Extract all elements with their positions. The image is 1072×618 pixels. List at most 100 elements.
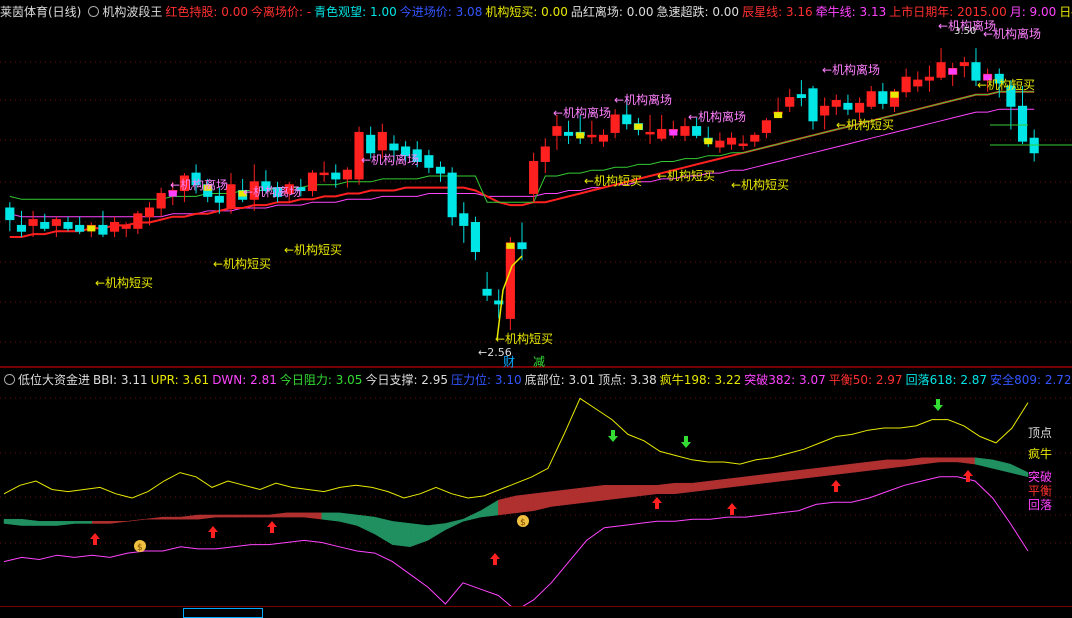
ribbon-segment (709, 478, 729, 490)
candle-body (924, 76, 934, 81)
ribbon-segment (904, 457, 923, 467)
label-jian: 减 (533, 355, 545, 369)
signal-cap (890, 91, 899, 98)
ribbon-segment (621, 485, 640, 499)
candle-body (785, 97, 795, 107)
money-bag-symbol: $ (520, 518, 526, 528)
label-leave: ←机构离场 (361, 152, 419, 167)
candle-body (98, 224, 108, 235)
candle-body (645, 131, 655, 135)
ribbon-segment (56, 521, 75, 526)
candle-body (389, 143, 399, 151)
candle-body (587, 134, 597, 138)
candle-body (657, 129, 667, 139)
ribbon-segment (745, 474, 764, 486)
ribbon-segment (568, 487, 587, 505)
candle-body (726, 137, 737, 145)
ribbon-segment (286, 512, 305, 518)
down-arrow-icon (933, 399, 943, 411)
signal-cap (669, 129, 678, 136)
candle-body (563, 131, 574, 136)
candle-body (936, 62, 946, 78)
label-leave: ←机构离场 (614, 92, 672, 107)
label-short-buy: ←机构短买 (284, 242, 342, 257)
right-label-bull: 疯牛 (1028, 446, 1052, 461)
date-axis (0, 606, 1072, 617)
ribbon-segment (868, 459, 888, 471)
candle-body (901, 76, 911, 93)
right-label-top: 顶点 (1028, 426, 1052, 440)
label-leave: ←机构离场 (170, 177, 228, 192)
ribbon-segment (374, 516, 393, 546)
right-label-pullback: 回落 (1028, 498, 1052, 512)
candle-body (331, 172, 341, 180)
candle-body (319, 172, 329, 176)
ribbon-segment (780, 470, 799, 482)
candle-body (750, 134, 760, 142)
candle-body (761, 120, 772, 133)
ribbon-segment (127, 518, 146, 522)
label-short-buy: ←机构短买 (495, 331, 553, 346)
up-arrow-icon (490, 553, 500, 565)
ribbon-segment (939, 457, 958, 463)
candle-body (878, 91, 888, 104)
candle-body (307, 172, 318, 192)
candle-body (598, 134, 609, 142)
label-leave: ←机构离场 (688, 109, 746, 124)
ribbon-segment (957, 457, 976, 465)
ribbon-segment (604, 485, 623, 501)
ribbon-segment (1010, 463, 1029, 478)
ribbon-segment (551, 489, 570, 507)
ribbon-segment (250, 514, 270, 518)
candle-body (831, 99, 841, 107)
signal-cap (634, 123, 643, 130)
ribbon-segment (798, 468, 817, 480)
ribbon-segment (356, 514, 376, 535)
up-arrow-icon (208, 526, 218, 538)
candle-body (552, 126, 562, 136)
chenxing-line (9, 90, 1035, 238)
signal-cap (87, 225, 96, 232)
ribbon-segment (268, 512, 287, 518)
ribbon-segment (639, 485, 658, 497)
signal-cap (576, 132, 585, 139)
candle-body (447, 172, 457, 218)
candle-body (505, 242, 515, 319)
date-cursor-box[interactable] (183, 608, 263, 618)
right-label-break: 突破 (1028, 469, 1052, 484)
candle-body (75, 224, 85, 232)
candlestick-chart[interactable]: ←机构离场 ←机构离场←机构离场←机构离场←机构离场←机构离场←机构离场←机构离场… (0, 0, 1072, 616)
label-short-buy: ←机构短买 (836, 117, 894, 132)
candle-body (843, 102, 853, 110)
candle-body (680, 126, 690, 136)
ribbon-segment (109, 521, 128, 524)
candle-body (342, 169, 352, 180)
candle-body (692, 126, 702, 136)
ribbon-segment (533, 491, 552, 512)
ribbon-segment (339, 512, 358, 526)
candle-body (820, 105, 830, 116)
candle-body (40, 222, 50, 229)
candle-body (51, 219, 61, 226)
candle-body (5, 207, 15, 221)
ribbon-segment (762, 472, 782, 484)
candle-body (470, 222, 481, 253)
label-short-buy: ←机构短买 (731, 177, 789, 192)
ribbon-segment (162, 516, 181, 520)
label-short-buy: ←机构短买 (213, 256, 271, 271)
label-leave: ←机构离场 (553, 105, 611, 120)
ribbon-segment (480, 499, 499, 518)
candle-body (482, 288, 492, 296)
candle-body (622, 114, 632, 125)
ribbon-segment (833, 463, 852, 475)
ribbon-segment (674, 482, 693, 495)
label-short-buy: ←机构短买 (977, 77, 1035, 92)
down-arrow-icon (608, 430, 618, 442)
label-top-price: 3.50 (954, 26, 976, 37)
ribbon-segment (392, 521, 411, 548)
up-arrow-icon (727, 503, 737, 515)
ribbon-segment (145, 516, 164, 520)
ribbon-segment (215, 514, 234, 518)
candle-body (738, 143, 748, 147)
ribbon-segment (851, 461, 870, 473)
